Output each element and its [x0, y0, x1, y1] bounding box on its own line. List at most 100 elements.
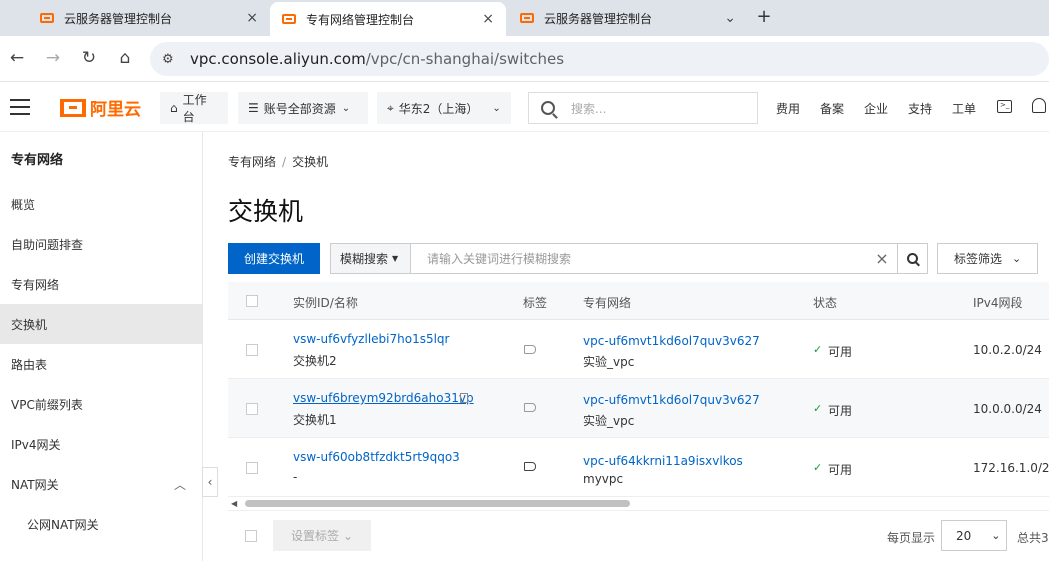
- column-header-status: 状态: [813, 296, 838, 310]
- nav-link-icp[interactable]: 备案: [820, 100, 844, 117]
- sidebar-title: 专有网络: [11, 153, 64, 168]
- sidebar-item-vswitch[interactable]: 交换机: [0, 304, 202, 344]
- chevron-down-icon: ⌄: [341, 102, 351, 114]
- vpc-name: 实验_vpc: [583, 355, 635, 369]
- global-search-input[interactable]: 搜索...: [528, 92, 758, 124]
- table-header: 实例ID/名称 标签 专有网络 状态 IPv4网段: [228, 282, 1049, 320]
- row-checkbox[interactable]: [246, 403, 258, 415]
- ipv4-cidr: 10.0.2.0/24: [973, 343, 1042, 357]
- sidebar-item-prefix-list[interactable]: VPC前缀列表: [0, 384, 202, 424]
- browser-tab-ecs-2[interactable]: 云服务器管理控制台 ⌄: [508, 0, 748, 36]
- status-text: 可用: [828, 463, 853, 477]
- row-checkbox[interactable]: [246, 344, 258, 356]
- forward-arrow-icon[interactable]: →: [42, 47, 64, 69]
- vswitch-id-link[interactable]: vsw-uf6breym92brd6aho31vp: [293, 391, 474, 405]
- check-icon: ✓: [813, 461, 823, 474]
- site-settings-icon[interactable]: ⚙: [162, 52, 178, 67]
- nav-link-enterprise[interactable]: 企业: [864, 100, 888, 117]
- new-tab-button[interactable]: +: [752, 4, 776, 28]
- copy-icon[interactable]: [460, 393, 468, 403]
- keyword-search-input[interactable]: [411, 244, 867, 273]
- account-scope-dropdown[interactable]: ☰ 账号全部资源 ⌄: [238, 92, 368, 124]
- chevron-down-icon: ⌄: [492, 102, 501, 114]
- close-icon[interactable]: ×: [246, 10, 258, 26]
- aliyun-favicon-icon: [40, 13, 54, 23]
- tag-icon[interactable]: [524, 403, 536, 412]
- sidebar-item-overview[interactable]: 概览: [0, 184, 202, 224]
- table-row: vsw-uf60ob8tfzdkt5rt9qqo3 - vpc-uf64kkrn…: [228, 438, 1049, 497]
- page-title: 交换机: [228, 197, 304, 226]
- search-filter-group: 模糊搜索▼ ×: [330, 243, 928, 274]
- scrollbar-thumb[interactable]: [245, 500, 630, 507]
- back-arrow-icon[interactable]: ←: [6, 47, 28, 69]
- workbench-button[interactable]: ⌂ 工作台: [160, 92, 228, 124]
- search-icon: [541, 101, 555, 115]
- vswitch-id-link[interactable]: vsw-uf60ob8tfzdkt5rt9qqo3: [293, 450, 460, 464]
- nav-link-support[interactable]: 支持: [908, 100, 932, 117]
- tab-title: 云服务器管理控制台: [544, 11, 653, 26]
- column-header-id: 实例ID/名称: [293, 296, 358, 310]
- clear-icon[interactable]: ×: [867, 249, 897, 268]
- sidebar-collapse-button[interactable]: ‹: [202, 467, 218, 497]
- aliyun-logo-icon: [60, 98, 86, 117]
- status-text: 可用: [828, 404, 853, 418]
- ipv4-cidr: 10.0.0.0/24: [973, 402, 1042, 416]
- sidebar-item-public-nat[interactable]: 公网NAT网关: [0, 504, 202, 544]
- breadcrumb-vpc[interactable]: 专有网络: [228, 155, 276, 169]
- resource-group-icon: ☰: [248, 101, 259, 115]
- region-dropdown[interactable]: ⌖ 华东2（上海） ⌄: [377, 92, 511, 124]
- vpc-name: myvpc: [583, 472, 624, 486]
- vswitch-name: -: [293, 470, 298, 484]
- nav-link-billing[interactable]: 费用: [776, 100, 800, 117]
- sidebar-item-nat-gateway[interactable]: NAT网关 ︿: [0, 464, 202, 504]
- browser-tab-vpc[interactable]: 专有网络管理控制台 ×: [270, 2, 506, 36]
- console-top-nav: 阿里云 ⌂ 工作台 ☰ 账号全部资源 ⌄ ⌖ 华东2（上海） ⌄ 搜索... 费…: [0, 82, 1049, 132]
- reload-icon[interactable]: ↻: [78, 47, 100, 69]
- vpc-id-link[interactable]: vpc-uf64kkrni11a9isxvlkos: [583, 454, 743, 468]
- menu-icon[interactable]: [10, 99, 30, 115]
- set-tags-button[interactable]: 设置标签 ⌄: [273, 520, 371, 551]
- vswitch-id-link[interactable]: vsw-uf6vfyzllebi7ho1s5lqr: [293, 332, 449, 346]
- url-field[interactable]: ⚙ vpc.console.aliyun.com/vpc/cn-shanghai…: [150, 42, 1049, 76]
- tag-icon[interactable]: [524, 345, 536, 354]
- terminal-icon[interactable]: >_: [997, 100, 1012, 113]
- column-header-vpc: 专有网络: [583, 296, 632, 310]
- footer-select-all-checkbox[interactable]: [245, 530, 257, 542]
- bell-icon[interactable]: [1032, 98, 1046, 113]
- nav-link-tickets[interactable]: 工单: [952, 100, 976, 117]
- status-text: 可用: [828, 345, 853, 359]
- sidebar-item-ipv4-gateway[interactable]: IPv4网关: [0, 424, 202, 464]
- browser-tab-ecs-1[interactable]: 云服务器管理控制台 ×: [28, 0, 270, 36]
- ipv4-cidr: 172.16.1.0/24: [973, 461, 1049, 475]
- vpc-id-link[interactable]: vpc-uf6mvt1kd6ol7quv3v627: [583, 393, 760, 407]
- aliyun-favicon-icon: [520, 13, 534, 23]
- home-icon: ⌂: [170, 101, 178, 115]
- sidebar-item-vpc[interactable]: 专有网络: [0, 264, 202, 304]
- sidebar-item-route-table[interactable]: 路由表: [0, 344, 202, 384]
- sidebar-item-troubleshoot[interactable]: 自助问题排查: [0, 224, 202, 264]
- vswitch-name: 交换机1: [293, 413, 337, 427]
- location-pin-icon: ⌖: [387, 100, 394, 115]
- row-checkbox[interactable]: [246, 462, 258, 474]
- search-submit-button[interactable]: [897, 244, 927, 273]
- vpc-id-link[interactable]: vpc-uf6mvt1kd6ol7quv3v627: [583, 334, 760, 348]
- close-icon[interactable]: ×: [482, 11, 494, 27]
- chevron-down-icon: ⌄: [1012, 252, 1022, 265]
- tag-filter-dropdown[interactable]: 标签筛选 ⌄: [937, 243, 1038, 274]
- search-mode-select[interactable]: 模糊搜索 ▼: [331, 244, 411, 273]
- column-header-tags: 标签: [523, 296, 548, 310]
- scroll-left-icon[interactable]: ◀: [231, 499, 237, 508]
- select-all-checkbox[interactable]: [246, 295, 258, 307]
- browser-tab-strip: 云服务器管理控制台 × 专有网络管理控制台 × 云服务器管理控制台 ⌄ +: [0, 0, 1049, 36]
- tag-icon[interactable]: [524, 462, 536, 471]
- vpc-name: 实验_vpc: [583, 414, 635, 428]
- home-icon[interactable]: ⌂: [114, 47, 136, 69]
- chevron-up-icon: ︿: [173, 477, 186, 492]
- per-page-select[interactable]: 20 ⌄: [941, 520, 1007, 551]
- aliyun-logo[interactable]: 阿里云: [60, 95, 141, 120]
- tab-title: 专有网络管理控制台: [306, 12, 415, 27]
- column-header-cidr: IPv4网段: [973, 296, 1023, 310]
- tab-menu-chevron-icon[interactable]: ⌄: [724, 10, 736, 26]
- create-vswitch-button[interactable]: 创建交换机: [228, 243, 320, 274]
- per-page-label: 每页显示: [887, 531, 936, 545]
